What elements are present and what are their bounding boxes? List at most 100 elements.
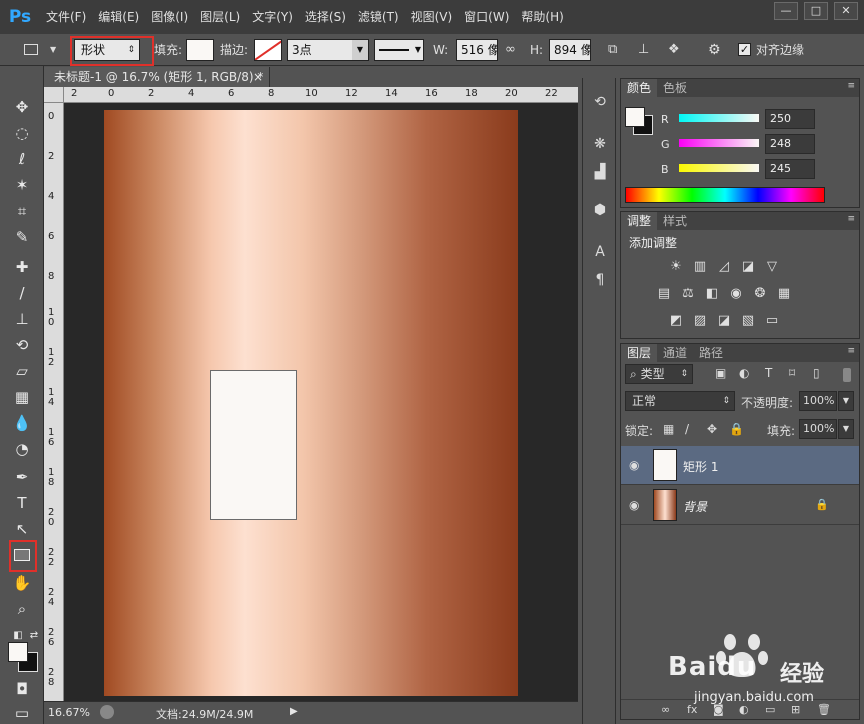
menu-image[interactable]: 图像(I) bbox=[145, 0, 194, 34]
menu-select[interactable]: 选择(S) bbox=[299, 0, 352, 34]
curves-icon[interactable]: ◿ bbox=[715, 258, 733, 276]
red-slider[interactable]: R 250 bbox=[661, 109, 861, 131]
path-select-icon[interactable]: ↖ bbox=[10, 518, 34, 540]
close-icon[interactable]: × bbox=[253, 67, 263, 87]
document-tab[interactable]: 未标题-1 @ 16.7% (矩形 1, RGB/8) * × bbox=[44, 67, 270, 87]
posterize-icon[interactable]: ▨ bbox=[691, 312, 709, 330]
character-panel-icon[interactable]: A bbox=[590, 242, 610, 262]
history-panel-icon[interactable]: ⟲ bbox=[590, 92, 610, 112]
path-arrange-icon[interactable]: ❖ bbox=[668, 39, 680, 61]
panel-menu-icon[interactable]: ≡ bbox=[847, 214, 855, 224]
blue-slider[interactable]: B 245 bbox=[661, 159, 861, 181]
quick-mask-icon[interactable]: ◘ bbox=[10, 678, 34, 700]
blue-value-input[interactable]: 245 bbox=[765, 159, 815, 179]
gradient-map-icon[interactable]: ▭ bbox=[763, 312, 781, 330]
stroke-size-select[interactable]: 3点 ▼ bbox=[287, 39, 369, 61]
menu-type[interactable]: 文字(Y) bbox=[246, 0, 299, 34]
brush-presets-icon[interactable]: ❋ bbox=[590, 134, 610, 154]
tab-styles[interactable]: 样式 bbox=[657, 212, 693, 230]
bw-icon[interactable]: ◧ bbox=[703, 285, 721, 303]
vertical-ruler[interactable]: 0 2 4 6 8 1 0 1 2 1 4 1 6 1 8 2 0 2 2 2 … bbox=[44, 103, 64, 701]
layer-name[interactable]: 矩形 1 bbox=[683, 458, 718, 475]
filter-shape-icon[interactable]: ⌑ bbox=[789, 366, 795, 380]
foreground-color-swatch[interactable] bbox=[625, 107, 645, 127]
opacity-input[interactable]: 100% bbox=[799, 391, 837, 411]
chevron-down-icon[interactable]: ▼ bbox=[50, 39, 56, 61]
dodge-tool-icon[interactable]: ◔ bbox=[10, 438, 34, 460]
healing-brush-icon[interactable]: ✚ bbox=[10, 256, 34, 278]
brightness-icon[interactable]: ☀ bbox=[667, 258, 685, 276]
threshold-icon[interactable]: ◪ bbox=[715, 312, 733, 330]
green-gradient-bar[interactable] bbox=[679, 139, 759, 147]
path-operations-icon[interactable]: ⧉ bbox=[608, 39, 617, 61]
lock-transparency-icon[interactable]: ▦ bbox=[663, 422, 674, 436]
lock-all-icon[interactable]: 🔒 bbox=[729, 422, 744, 436]
filter-smart-icon[interactable]: ▯ bbox=[813, 366, 820, 380]
filter-toggle[interactable] bbox=[843, 368, 851, 382]
pen-tool-icon[interactable]: ✒ bbox=[10, 466, 34, 488]
crop-tool-icon[interactable]: ⌗ bbox=[10, 200, 34, 222]
tab-color[interactable]: 颜色 bbox=[621, 79, 658, 97]
ruler-origin[interactable] bbox=[44, 87, 64, 103]
rectangle-shape[interactable] bbox=[210, 370, 297, 520]
paragraph-panel-icon[interactable]: ¶ bbox=[590, 270, 610, 290]
levels-icon[interactable]: ▥ bbox=[691, 258, 709, 276]
tab-layers[interactable]: 图层 bbox=[621, 344, 658, 362]
exposure-icon[interactable]: ◪ bbox=[739, 258, 757, 276]
foreground-color-swatch[interactable] bbox=[8, 642, 28, 662]
stroke-type-select[interactable]: ▼ bbox=[374, 39, 424, 61]
menu-window[interactable]: 窗口(W) bbox=[458, 0, 515, 34]
link-icon[interactable]: ∞ bbox=[505, 39, 516, 61]
gear-icon[interactable]: ⚙ bbox=[708, 39, 721, 61]
eye-icon[interactable]: ◉ bbox=[629, 458, 639, 472]
zoom-level[interactable]: 16.67% bbox=[48, 706, 90, 719]
tab-adjustments[interactable]: 调整 bbox=[621, 212, 658, 230]
red-value-input[interactable]: 250 bbox=[765, 109, 815, 129]
minimize-button[interactable]: — bbox=[774, 2, 798, 20]
lasso-tool-icon[interactable]: ℓ bbox=[10, 148, 34, 170]
gradient-tool-icon[interactable]: ▦ bbox=[10, 386, 34, 408]
filter-type-icon[interactable]: T bbox=[765, 366, 772, 380]
maximize-button[interactable]: □ bbox=[804, 2, 828, 20]
tab-swatches[interactable]: 色板 bbox=[657, 79, 693, 97]
selective-color-icon[interactable]: ▧ bbox=[739, 312, 757, 330]
fill-input[interactable]: 100% bbox=[799, 419, 837, 439]
green-value-input[interactable]: 248 bbox=[765, 134, 815, 154]
fill-swatch[interactable] bbox=[186, 39, 214, 61]
menu-filter[interactable]: 滤镜(T) bbox=[352, 0, 405, 34]
close-button[interactable]: ✕ bbox=[834, 2, 858, 20]
path-alignment-icon[interactable]: ⊥ bbox=[638, 39, 649, 61]
channel-mixer-icon[interactable]: ❂ bbox=[751, 285, 769, 303]
panel-menu-icon[interactable]: ≡ bbox=[847, 346, 855, 356]
align-edges-checkbox[interactable]: ✓ bbox=[738, 43, 751, 56]
zoom-tool-icon[interactable]: ⌕ bbox=[10, 598, 34, 620]
eye-icon[interactable]: ◉ bbox=[629, 498, 639, 512]
menu-layer[interactable]: 图层(L) bbox=[194, 0, 246, 34]
layer-filter-select[interactable]: ⌕ 类型 ⇕ bbox=[625, 364, 693, 384]
menu-file[interactable]: 文件(F) bbox=[40, 0, 92, 34]
layer-row-rectangle[interactable]: ◉ 矩形 1 bbox=[621, 446, 859, 485]
lock-pixels-icon[interactable]: / bbox=[685, 422, 689, 436]
stamp-tool-icon[interactable]: ⊥ bbox=[10, 308, 34, 330]
menu-edit[interactable]: 编辑(E) bbox=[92, 0, 145, 34]
tab-channels[interactable]: 通道 bbox=[657, 344, 693, 362]
blend-mode-select[interactable]: 正常 ⇕ bbox=[625, 391, 735, 411]
status-info-icon[interactable] bbox=[100, 705, 114, 719]
document-canvas[interactable] bbox=[104, 110, 518, 696]
invert-icon[interactable]: ◩ bbox=[667, 312, 685, 330]
hand-tool-icon[interactable]: ✋ bbox=[10, 572, 34, 594]
3d-panel-icon[interactable]: ⬢ bbox=[590, 200, 610, 220]
eraser-tool-icon[interactable]: ▱ bbox=[10, 360, 34, 382]
eyedropper-icon[interactable]: ✎ bbox=[10, 226, 34, 248]
layer-name[interactable]: 背景 bbox=[683, 498, 707, 515]
hue-icon[interactable]: ▤ bbox=[655, 285, 673, 303]
history-brush-icon[interactable]: ⟲ bbox=[10, 334, 34, 356]
photo-filter-icon[interactable]: ◉ bbox=[727, 285, 745, 303]
stroke-swatch[interactable] bbox=[254, 39, 282, 61]
opacity-dropdown[interactable]: ▼ bbox=[838, 391, 854, 411]
filter-pixel-icon[interactable]: ▣ bbox=[715, 366, 726, 380]
move-tool-icon[interactable]: ✥ bbox=[10, 96, 34, 118]
menu-view[interactable]: 视图(V) bbox=[405, 0, 459, 34]
screen-mode-icon[interactable]: ▭ bbox=[10, 702, 34, 724]
menu-help[interactable]: 帮助(H) bbox=[515, 0, 569, 34]
